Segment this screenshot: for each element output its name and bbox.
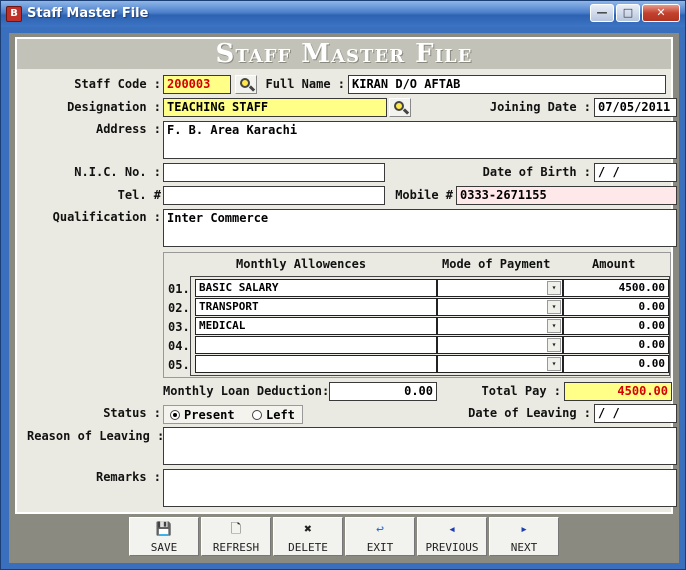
save-button[interactable]: 💾 SAVE bbox=[129, 517, 199, 556]
loan-deduction-label: Monthly Loan Deduction: bbox=[163, 384, 330, 398]
maximize-button[interactable]: □ bbox=[616, 4, 640, 22]
row-number: 04. bbox=[168, 339, 190, 353]
form-panel: Staff Master File Staff Code : 200003 Fu… bbox=[15, 37, 677, 514]
nic-field[interactable] bbox=[163, 163, 385, 182]
tel-label: Tel. # bbox=[117, 188, 161, 202]
chevron-down-icon[interactable]: ▾ bbox=[547, 357, 561, 371]
address-label: Address : bbox=[95, 122, 161, 136]
amount-cell[interactable]: 0.00 bbox=[563, 317, 669, 335]
qualification-field[interactable]: Inter Commerce bbox=[163, 209, 677, 247]
chevron-down-icon[interactable]: ▾ bbox=[547, 300, 561, 314]
chevron-down-icon[interactable]: ▾ bbox=[547, 338, 561, 352]
full-name-label: Full Name : bbox=[265, 77, 345, 91]
status-radio-group: Present Left bbox=[163, 405, 303, 424]
row-number: 03. bbox=[168, 320, 190, 334]
mobile-field[interactable]: 0333-2671155 bbox=[456, 186, 677, 205]
delete-x-icon: ✖ bbox=[304, 522, 312, 537]
title-bar[interactable]: B Staff Master File — □ ✕ bbox=[1, 1, 685, 27]
close-button[interactable]: ✕ bbox=[642, 4, 680, 22]
reason-of-leaving-field[interactable] bbox=[163, 427, 677, 465]
exit-button[interactable]: ↩ EXIT bbox=[345, 517, 415, 556]
full-name-field[interactable]: KIRAN D/O AFTAB bbox=[348, 75, 666, 94]
status-left-radio[interactable] bbox=[252, 410, 262, 420]
client-area: Staff Master File Staff Code : 200003 Fu… bbox=[9, 33, 679, 563]
mode-column-header: Mode of Payment bbox=[442, 257, 551, 271]
designation-field[interactable]: TEACHING STAFF bbox=[163, 98, 387, 117]
nic-label: N.I.C. No. : bbox=[74, 165, 161, 179]
exit-icon: ↩ bbox=[376, 522, 384, 537]
app-icon: B bbox=[6, 6, 22, 22]
payment-mode-select[interactable]: ▾ bbox=[437, 336, 563, 354]
chevron-down-icon[interactable]: ▾ bbox=[547, 319, 561, 333]
allowance-name-cell[interactable] bbox=[195, 355, 437, 373]
reason-of-leaving-label: Reason of Leaving : bbox=[27, 429, 165, 443]
date-of-leaving-field[interactable]: / / bbox=[594, 404, 677, 423]
total-pay-field: 4500.00 bbox=[564, 382, 672, 401]
payment-mode-select[interactable]: ▾ bbox=[437, 317, 563, 335]
payment-mode-select[interactable]: ▾ bbox=[437, 279, 563, 297]
remarks-label: Remarks : bbox=[95, 470, 161, 484]
designation-lookup-button[interactable] bbox=[389, 98, 411, 117]
document-icon: 🗋 bbox=[230, 522, 242, 537]
status-present-label[interactable]: Present bbox=[184, 408, 235, 422]
arrow-right-icon: ▸ bbox=[520, 522, 528, 537]
form-heading: Staff Master File bbox=[17, 39, 671, 69]
payment-mode-select[interactable]: ▾ bbox=[437, 355, 563, 373]
amount-cell[interactable]: 4500.00 bbox=[563, 279, 669, 297]
date-of-leaving-label: Date of Leaving : bbox=[468, 406, 591, 420]
next-button[interactable]: ▸ NEXT bbox=[489, 517, 559, 556]
joining-date-field[interactable]: 07/05/2011 bbox=[594, 98, 677, 117]
amount-column-header: Amount bbox=[592, 257, 636, 271]
row-number: 02. bbox=[168, 301, 190, 315]
allowance-name-cell[interactable]: MEDICAL bbox=[195, 317, 437, 335]
loan-deduction-field[interactable]: 0.00 bbox=[329, 382, 437, 401]
allowance-column-header: Monthly Allowences bbox=[236, 257, 367, 271]
amount-cell[interactable]: 0.00 bbox=[563, 355, 669, 373]
staff-code-label: Staff Code : bbox=[74, 77, 161, 91]
chevron-down-icon[interactable]: ▾ bbox=[547, 281, 561, 295]
designation-label: Designation : bbox=[67, 100, 161, 114]
window-title: Staff Master File bbox=[27, 6, 149, 21]
joining-date-label: Joining Date : bbox=[489, 100, 591, 114]
status-present-radio[interactable] bbox=[170, 410, 180, 420]
floppy-disk-icon: 💾 bbox=[155, 522, 173, 537]
mobile-label: Mobile # bbox=[395, 188, 453, 202]
amount-cell[interactable]: 0.00 bbox=[563, 336, 669, 354]
status-left-label[interactable]: Left bbox=[266, 408, 295, 422]
allowances-panel: Monthly Allowences Mode of Payment Amoun… bbox=[163, 252, 671, 378]
minimize-button[interactable]: — bbox=[590, 4, 614, 22]
staff-code-field[interactable]: 200003 bbox=[163, 75, 231, 94]
allowances-grid: BASIC SALARY ▾ 4500.00 TRANSPORT ▾ 0.00 … bbox=[190, 276, 670, 376]
remarks-field[interactable] bbox=[163, 469, 677, 507]
staff-lookup-button[interactable] bbox=[235, 75, 257, 94]
date-of-birth-label: Date of Birth : bbox=[482, 165, 591, 179]
row-number: 01. bbox=[168, 282, 190, 296]
status-label: Status : bbox=[103, 406, 161, 420]
previous-button[interactable]: ◂ PREVIOUS bbox=[417, 517, 487, 556]
tel-field[interactable] bbox=[163, 186, 385, 205]
delete-button[interactable]: ✖ DELETE bbox=[273, 517, 343, 556]
refresh-button[interactable]: 🗋 REFRESH bbox=[201, 517, 271, 556]
total-pay-label: Total Pay : bbox=[481, 384, 561, 398]
payment-mode-select[interactable]: ▾ bbox=[437, 298, 563, 316]
allowance-name-cell[interactable] bbox=[195, 336, 437, 354]
allowance-name-cell[interactable]: TRANSPORT bbox=[195, 298, 437, 316]
date-of-birth-field[interactable]: / / bbox=[594, 163, 677, 182]
row-number: 05. bbox=[168, 358, 190, 372]
allowance-name-cell[interactable]: BASIC SALARY bbox=[195, 279, 437, 297]
arrow-left-icon: ◂ bbox=[448, 522, 456, 537]
action-toolbar: 💾 SAVE 🗋 REFRESH ✖ DELETE ↩ EXIT ◂ PREVI… bbox=[129, 517, 561, 557]
address-field[interactable]: F. B. Area Karachi bbox=[163, 121, 677, 159]
qualification-label: Qualification : bbox=[52, 210, 161, 224]
amount-cell[interactable]: 0.00 bbox=[563, 298, 669, 316]
app-window: B Staff Master File — □ ✕ Staff Master F… bbox=[0, 0, 686, 570]
